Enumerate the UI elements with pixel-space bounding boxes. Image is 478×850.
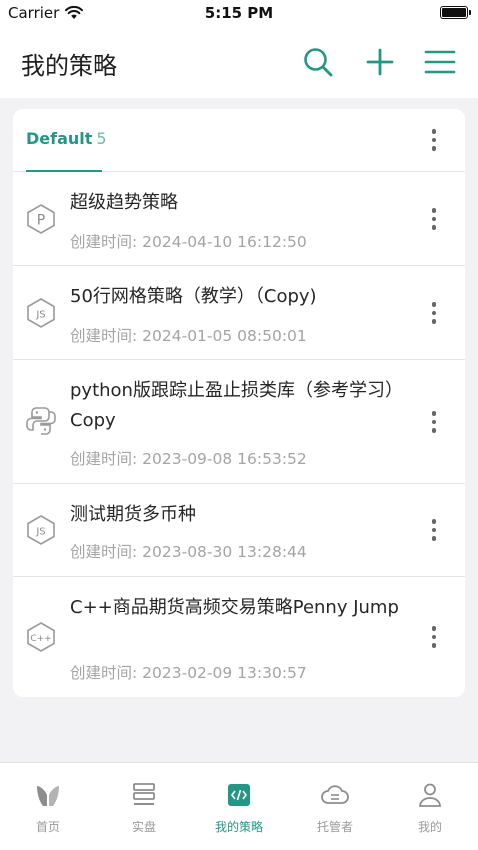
menu-icon bbox=[424, 50, 456, 74]
code-icon bbox=[228, 784, 250, 806]
tab-label: 我的 bbox=[417, 820, 442, 834]
tab-live[interactable]: 实盘 bbox=[96, 763, 192, 850]
search-button[interactable] bbox=[298, 42, 338, 82]
python-icon bbox=[26, 407, 56, 435]
battery-icon bbox=[440, 6, 471, 19]
svg-text:C++: C++ bbox=[30, 634, 51, 644]
group-header: Default 5 bbox=[13, 109, 465, 172]
status-bar: Carrier 5:15 PM bbox=[0, 0, 478, 26]
tab-home[interactable]: 首页 bbox=[0, 763, 96, 850]
strategy-name: 测试期货多币种 bbox=[70, 504, 196, 525]
tab-hosts[interactable]: 托管者 bbox=[287, 763, 383, 850]
strategy-created-time: 创建时间: 2023-02-09 13:30:57 bbox=[70, 664, 307, 682]
app-header: 我的策略 bbox=[0, 26, 478, 98]
add-strategy-button[interactable] bbox=[360, 42, 400, 82]
strategy-more-button[interactable] bbox=[422, 204, 446, 234]
cloud-icon bbox=[321, 785, 349, 804]
strategy-more-button[interactable] bbox=[422, 515, 446, 545]
tab-profile[interactable]: 我的 bbox=[382, 763, 478, 850]
status-time: 5:15 PM bbox=[204, 4, 274, 22]
bottom-tab-bar: 首页 实盘 我的策略 托管者 我的 bbox=[0, 762, 478, 850]
svg-text:P: P bbox=[37, 213, 45, 229]
strategy-created-time: 创建时间: 2024-01-05 08:50:01 bbox=[70, 327, 307, 345]
python-p-icon: P bbox=[27, 204, 55, 234]
strategy-row[interactable]: python版跟踪止盈止损类库（参考学习）Copy 创建时间: 2023-09-… bbox=[13, 360, 465, 484]
page-title: 我的策略 bbox=[21, 52, 117, 80]
strategy-row[interactable]: P 超级趋势策略 创建时间: 2024-04-10 16:12:50 bbox=[13, 172, 465, 266]
strategy-created-time: 创建时间: 2024-04-10 16:12:50 bbox=[70, 233, 307, 251]
strategy-card: Default 5 P 超级趋势策略 创建时间: 2024-04-10 16:12… bbox=[13, 109, 465, 697]
search-icon bbox=[304, 48, 333, 77]
strategy-row[interactable]: JS 50行网格策略（教学）（Copy) 创建时间: 2024-01-05 08… bbox=[13, 266, 465, 360]
svg-text:JS: JS bbox=[35, 310, 45, 321]
user-icon bbox=[419, 783, 441, 807]
home-logo-icon bbox=[37, 786, 59, 806]
tab-label: 我的策略 bbox=[214, 820, 263, 834]
strategy-created-time: 创建时间: 2023-08-30 13:28:44 bbox=[70, 543, 307, 561]
group-count: 5 bbox=[96, 129, 107, 148]
menu-button[interactable] bbox=[420, 42, 460, 82]
plus-icon bbox=[366, 48, 394, 76]
svg-text:JS: JS bbox=[35, 527, 45, 538]
cpp-icon: C++ bbox=[27, 622, 55, 652]
group-more-button[interactable] bbox=[422, 125, 446, 155]
tab-label: 托管者 bbox=[316, 820, 353, 834]
tab-my-strategies[interactable]: 我的策略 bbox=[191, 763, 287, 850]
strategy-created-time: 创建时间: 2023-09-08 16:53:52 bbox=[70, 450, 307, 468]
strategy-name: 超级趋势策略 bbox=[70, 192, 178, 213]
javascript-icon: JS bbox=[27, 515, 55, 545]
group-tab-default[interactable]: Default 5 bbox=[26, 129, 107, 148]
javascript-icon: JS bbox=[27, 298, 55, 328]
tab-label: 实盘 bbox=[131, 820, 156, 834]
strategy-row[interactable]: C++ C++商品期货高频交易策略Penny Jump 创建时间: 2023-0… bbox=[13, 577, 465, 697]
server-icon bbox=[133, 783, 155, 805]
strategy-name: 50行网格策略（教学）（Copy) bbox=[70, 286, 317, 307]
strategy-more-button[interactable] bbox=[422, 298, 446, 328]
strategy-row[interactable]: JS 测试期货多币种 创建时间: 2023-08-30 13:28:44 bbox=[13, 484, 465, 577]
tab-label: 首页 bbox=[35, 820, 60, 834]
strategy-name: python版跟踪止盈止损类库（参考学习）Copy bbox=[70, 380, 394, 431]
strategy-more-button[interactable] bbox=[422, 622, 446, 652]
strategy-more-button[interactable] bbox=[422, 407, 446, 437]
group-name: Default bbox=[26, 129, 93, 148]
strategy-name: C++商品期货高频交易策略Penny Jump bbox=[70, 597, 399, 618]
